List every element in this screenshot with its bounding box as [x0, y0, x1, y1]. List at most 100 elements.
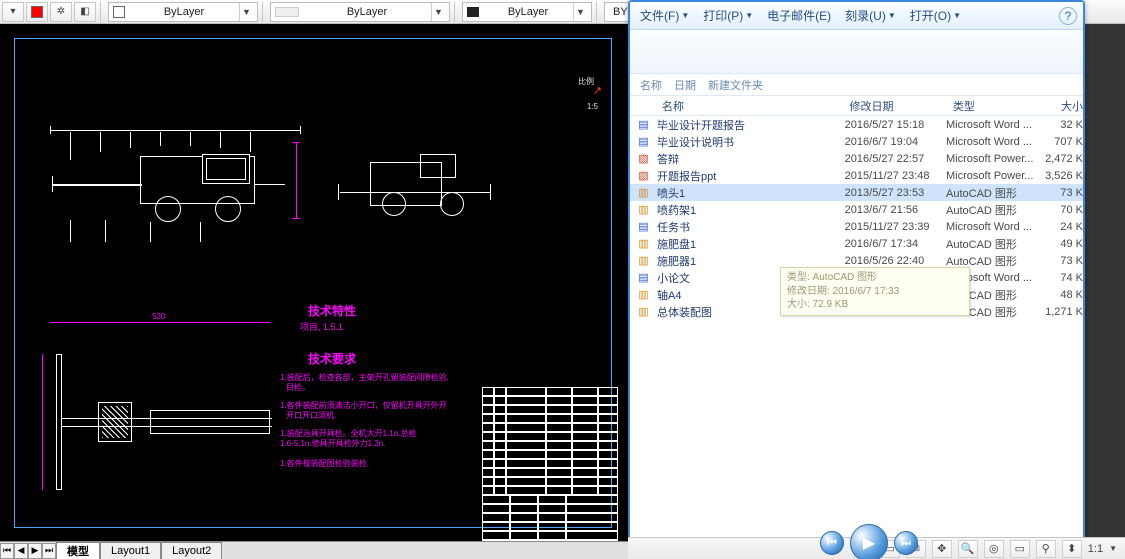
- dwg-file-icon: ▥: [636, 254, 651, 268]
- tab-next-icon[interactable]: ▶: [28, 543, 42, 559]
- annoscale-button[interactable]: ⬍: [1062, 540, 1082, 558]
- lineweight-combo-text: ByLayer: [483, 6, 569, 18]
- file-row[interactable]: ▧开题报告ppt2015/11/27 23:48Microsoft Power.…: [630, 167, 1083, 184]
- file-date: 2015/11/27 23:48: [845, 170, 946, 182]
- file-date: 2016/5/27 22:57: [845, 153, 946, 165]
- menu-print[interactable]: 打印(P) ▼: [699, 5, 757, 26]
- linetype-combo-text: ByLayer: [303, 6, 427, 18]
- dwg-file-icon: ▥: [636, 288, 651, 302]
- menu-open-label: 打开(O): [910, 7, 951, 24]
- file-row[interactable]: ▤任务书2015/11/27 23:39Microsoft Word ...24…: [630, 218, 1083, 235]
- titleblock-row: [482, 414, 618, 423]
- menu-email[interactable]: 电子邮件(E): [763, 5, 835, 26]
- dwg-file-icon: ▥: [636, 203, 651, 217]
- explorer-body: 名称 日期 新建文件夹 名称 修改日期 类型 大小 ▤毕业设计开题报告2016/…: [630, 30, 1083, 538]
- color-picker-button[interactable]: [26, 2, 48, 22]
- menu-file[interactable]: 文件(F) ▼: [636, 5, 693, 26]
- dwg-file-icon: ▥: [636, 305, 651, 319]
- file-row[interactable]: ▥喷药架12013/6/7 21:56AutoCAD 图形70 K: [630, 201, 1083, 218]
- color-combo-text: ByLayer: [129, 6, 235, 18]
- ppt-file-icon: ▧: [636, 169, 651, 183]
- req-line: 目检。: [286, 382, 310, 393]
- file-tooltip: 类型: AutoCAD 图形 修改日期: 2016/6/7 17:33 大小: …: [780, 267, 970, 316]
- prev-track-icon[interactable]: ⏮: [820, 531, 844, 555]
- play-icon[interactable]: ▶: [850, 524, 888, 559]
- file-name: 开题报告ppt: [657, 168, 845, 184]
- cad-drawing-canvas[interactable]: 比例 ↗ 1:5 520: [0, 24, 628, 559]
- file-date: 2015/11/27 23:39: [845, 221, 946, 233]
- file-name: 施肥盘1: [657, 236, 845, 252]
- pan-icon[interactable]: ✥: [932, 540, 952, 558]
- chevron-down-icon[interactable]: ▼: [1109, 544, 1117, 553]
- linetype-preview-icon: [275, 7, 299, 17]
- file-date: 2016/6/7 17:34: [845, 238, 946, 250]
- file-size: 49 K: [1040, 238, 1083, 250]
- toolbar-item[interactable]: 新建文件夹: [708, 77, 763, 93]
- titleblock-row: [482, 468, 618, 477]
- tab-last-icon[interactable]: ⏭: [42, 543, 56, 559]
- file-size: 73 K: [1040, 255, 1083, 267]
- showmotion-icon[interactable]: ▭: [1010, 540, 1030, 558]
- chevron-down-icon: ▼: [239, 3, 253, 21]
- file-type: AutoCAD 图形: [946, 202, 1040, 218]
- file-name: 答辩: [657, 151, 845, 167]
- annoscale-lock-icon[interactable]: ⚲: [1036, 540, 1056, 558]
- tab-model[interactable]: 模型: [56, 542, 100, 559]
- white-swatch-icon: [113, 6, 125, 18]
- menu-file-label: 文件(F): [640, 7, 679, 24]
- menu-print-label: 打印(P): [703, 7, 743, 24]
- file-size: 48 K: [1040, 289, 1083, 301]
- chevron-down-icon: ▼: [888, 11, 896, 20]
- file-date: 2013/5/27 23:53: [845, 187, 946, 199]
- req-line: 1.6-5.1n.修具开具检外力1.2n.: [280, 438, 385, 449]
- tab-layout1[interactable]: Layout1: [100, 542, 161, 559]
- col-type[interactable]: 类型: [949, 98, 1045, 114]
- tab-prev-icon[interactable]: ◀: [14, 543, 28, 559]
- tab-layout2[interactable]: Layout2: [161, 542, 222, 559]
- file-date: 2013/6/7 21:56: [845, 204, 946, 216]
- color-bylayer-combo[interactable]: ByLayer ▼: [108, 2, 258, 22]
- titleblock-row: [482, 513, 618, 522]
- settings-icon[interactable]: ✲: [50, 2, 72, 22]
- lineweight-bylayer-combo[interactable]: ByLayer ▼: [462, 2, 592, 22]
- match-properties-icon[interactable]: ◧: [74, 2, 96, 22]
- zoom-icon[interactable]: 🔍: [958, 540, 978, 558]
- col-date[interactable]: 修改日期: [845, 98, 948, 114]
- file-type: Microsoft Word ...: [946, 136, 1040, 148]
- file-row[interactable]: ▥喷头12013/5/27 23:53AutoCAD 图形73 K: [630, 184, 1083, 201]
- separator: [596, 2, 600, 22]
- file-row[interactable]: ▤毕业设计开题报告2016/5/27 15:18Microsoft Word .…: [630, 116, 1083, 133]
- file-row[interactable]: ▤毕业设计说明书2016/6/7 19:04Microsoft Word ...…: [630, 133, 1083, 150]
- tab-first-icon[interactable]: ⏮: [0, 543, 14, 559]
- file-size: 74 K: [1040, 272, 1083, 284]
- dwg-file-icon: ▥: [636, 186, 651, 200]
- next-track-icon[interactable]: ⏭: [894, 531, 918, 555]
- dropdown-button[interactable]: ▾: [2, 2, 24, 22]
- col-name[interactable]: 名称: [658, 98, 845, 114]
- tab-model-label: 模型: [67, 543, 89, 559]
- req-line: 1.各件按装配图检验装检.: [280, 458, 369, 469]
- menu-burn[interactable]: 刻录(U) ▼: [841, 5, 900, 26]
- file-name: 喷头1: [657, 185, 845, 201]
- linetype-bylayer-combo[interactable]: ByLayer ▼: [270, 2, 450, 22]
- file-row[interactable]: ▧答辩2016/5/27 22:57Microsoft Power...2,47…: [630, 150, 1083, 167]
- dim-text: 520: [152, 312, 165, 321]
- lineweight-preview-icon: [467, 7, 479, 17]
- col-size[interactable]: 大小: [1045, 98, 1083, 114]
- help-icon[interactable]: ?: [1059, 7, 1077, 25]
- toolbar-item[interactable]: 日期: [674, 77, 696, 93]
- scale-label: 比例: [578, 76, 594, 87]
- titleblock-row: [482, 387, 618, 396]
- file-type: Microsoft Word ...: [946, 221, 1040, 233]
- file-size: 3,526 K: [1040, 170, 1083, 182]
- titleblock-row: [482, 477, 618, 486]
- file-row[interactable]: ▥施肥盘12016/6/7 17:34AutoCAD 图形49 K: [630, 235, 1083, 252]
- menu-open[interactable]: 打开(O) ▼: [906, 5, 965, 26]
- chevron-down-icon: ▼: [745, 11, 753, 20]
- explorer-chrome-gap: [630, 30, 1083, 74]
- toolbar-item[interactable]: 名称: [640, 77, 662, 93]
- word-file-icon: ▤: [636, 135, 651, 149]
- titleblock-row: [482, 396, 618, 405]
- steering-wheel-icon[interactable]: ◎: [984, 540, 1004, 558]
- tooltip-line: 修改日期: 2016/6/7 17:33: [787, 285, 963, 299]
